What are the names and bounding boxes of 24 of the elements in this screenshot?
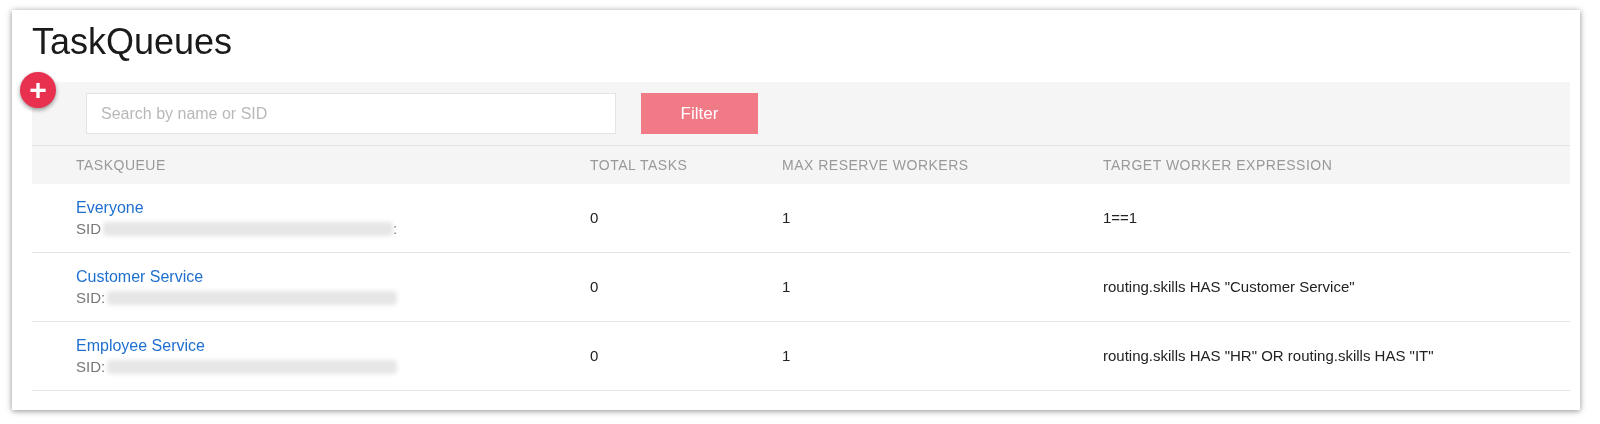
taskqueue-link[interactable]: Customer Service (76, 266, 204, 288)
table-cell: 1 (782, 347, 791, 364)
add-button[interactable]: + (20, 72, 56, 108)
table-cell: routing.skills HAS "HR" OR routing.skills HAS "IT" (1103, 347, 1434, 364)
column-header: TASKQUEUE (76, 157, 166, 173)
table-cell: 1 (782, 278, 791, 295)
sid-label: SID (76, 219, 101, 239)
column-header: TOTAL TASKS (590, 157, 688, 173)
sid-label: SID: (76, 357, 106, 377)
taskqueue-link[interactable]: Employee Service (76, 335, 205, 357)
column-header: MAX RESERVE WORKERS (782, 157, 969, 173)
column-header: TARGET WORKER EXPRESSION (1103, 157, 1333, 173)
taskqueue-link[interactable]: Everyone (76, 197, 144, 219)
table-cell: 0 (590, 347, 599, 364)
table-cell: 0 (590, 209, 599, 226)
sid-suffix: : (393, 219, 398, 239)
table-cell: 0 (590, 278, 599, 295)
page-title: TaskQueues (32, 20, 234, 64)
search-field[interactable]: Search by name or SID (86, 93, 616, 134)
table-cell: routing.skills HAS "Customer Service" (1103, 278, 1355, 295)
table-cell: 1==1 (1103, 209, 1138, 226)
table-cell: 1 (782, 209, 791, 226)
sid-label: SID: (76, 288, 106, 308)
filter-button[interactable]: Filter (641, 93, 758, 134)
